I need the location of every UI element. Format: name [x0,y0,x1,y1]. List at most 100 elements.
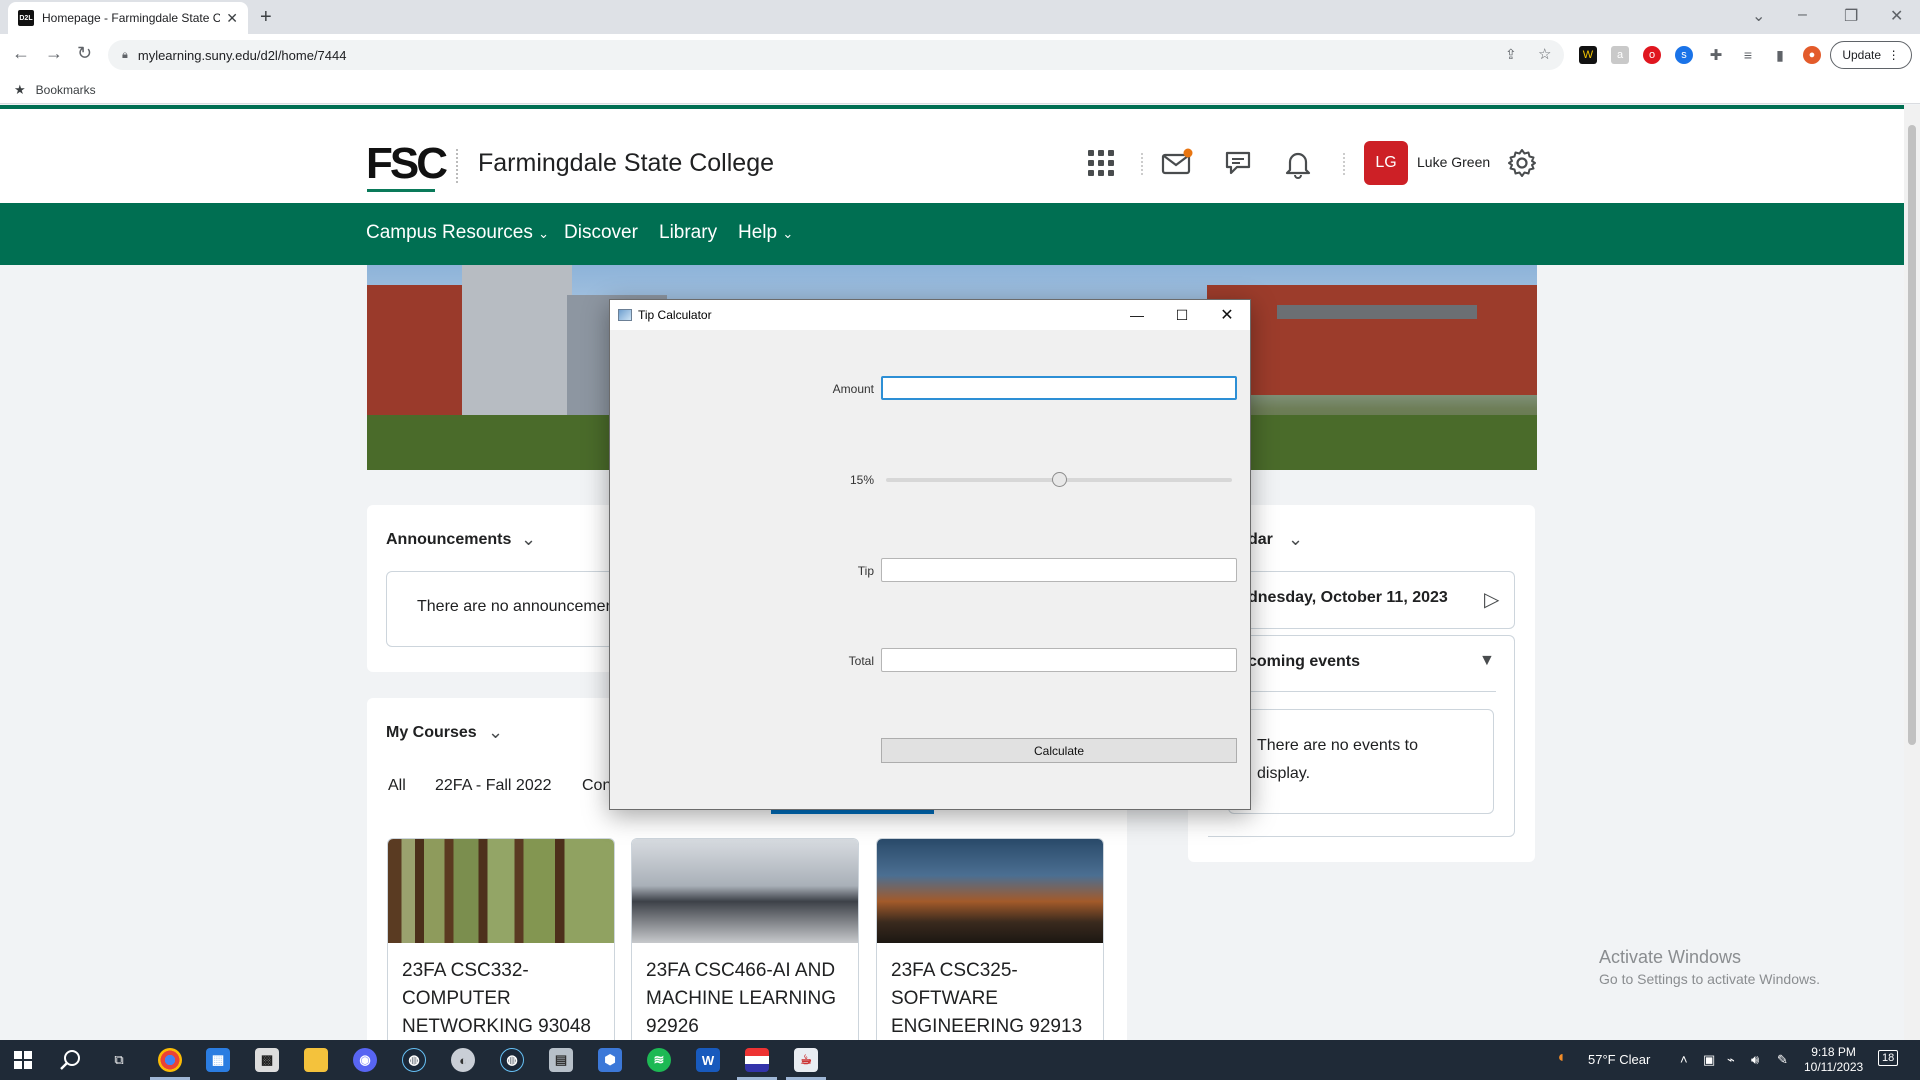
tray-chevron-icon[interactable]: ˄ [1680,1052,1688,1067]
college-name[interactable]: Farmingdale State College [478,149,774,178]
side-panel-icon[interactable]: ▮ [1771,46,1789,64]
extensions-puzzle-icon[interactable]: ✚ [1707,46,1725,64]
site-header: FSC Farmingdale State College LG Luke Gr… [0,109,1904,203]
file-explorer-icon[interactable] [304,1048,328,1072]
search-icon[interactable] [60,1049,82,1071]
discord-taskbar-icon[interactable]: ◉ [353,1048,377,1072]
reload-icon[interactable]: ↻ [77,43,92,64]
chevron-down-icon[interactable]: ⌄ [521,529,536,550]
chat-icon[interactable] [1221,147,1253,179]
nav-label: Library [659,222,718,243]
settings-gear-icon[interactable] [1506,147,1538,179]
close-icon[interactable]: ✕ [1212,304,1242,326]
total-output-field[interactable] [881,648,1237,672]
weather-text[interactable]: 57°F Clear [1588,1052,1650,1067]
java-taskbar-icon[interactable]: ☕︎ [794,1048,818,1072]
app-taskbar-icon[interactable]: ◐ [451,1048,475,1072]
tab-close-icon[interactable]: ✕ [226,10,238,27]
extension-opera-icon[interactable]: o [1643,46,1661,64]
notification-center-icon[interactable]: 18 [1878,1050,1899,1066]
fsc-logo[interactable]: FSC [366,139,448,189]
chevron-down-icon[interactable]: ⌄ [1288,529,1303,550]
volume-icon[interactable]: 🔊︎ [1751,1052,1759,1068]
app-taskbar-icon-4[interactable] [745,1048,769,1072]
tip-percent-slider-thumb[interactable] [1051,472,1067,487]
scrollbar-thumb[interactable] [1908,125,1916,745]
filter-tab-22fa[interactable]: 22FA - Fall 2022 [435,777,552,795]
word-taskbar-icon[interactable]: W [696,1048,720,1072]
events-empty-text: There are no events to [1257,737,1418,754]
page-scrollbar[interactable] [1904,105,1920,1040]
steam-taskbar-icon[interactable]: ◍ [402,1048,426,1072]
user-name[interactable]: Luke Green [1417,154,1490,170]
update-button[interactable]: Update ⋮ [1830,41,1912,69]
task-view-icon[interactable]: ⧉ [107,1048,131,1072]
course-card[interactable]: 23FA CSC466-AI AND MACHINE LEARNING 9292… [631,838,859,1040]
nav-library[interactable]: Library [659,222,717,244]
active-filter-indicator [771,810,934,814]
forward-icon[interactable]: → [45,43,63,64]
minimize-icon[interactable]: – [1798,6,1807,24]
windows-start-icon[interactable] [14,1051,32,1069]
extension-w-icon[interactable]: W [1579,46,1597,64]
close-window-icon[interactable]: ✕ [1890,6,1903,26]
address-bar[interactable]: 🔒︎ mylearning.suny.edu/d2l/home/7444 [108,40,1564,70]
nav-help[interactable]: Help ⌄ [738,222,793,244]
tab-search-chevron-icon[interactable]: ⌄ [1752,6,1765,26]
store-taskbar-icon[interactable]: ▦ [206,1048,230,1072]
maximize-icon[interactable]: ☐ [1167,304,1197,326]
extension-grey-icon[interactable]: a [1611,46,1629,64]
network-icon[interactable]: ▣ [1703,1052,1715,1068]
chrome-taskbar-icon[interactable] [158,1048,182,1072]
bookmark-star-icon[interactable]: ☆ [1538,45,1551,63]
spotify-taskbar-icon[interactable]: ≋ [647,1048,671,1072]
logo-underline [367,189,435,192]
announcements-widget: Announcements ⌄ There are no announcemen [367,505,646,672]
course-name: 23FA CSC332-COMPUTER NETWORKING 93048 [402,960,591,1037]
windows-taskbar: ⧉ ▦ ▩ ◉ ◍ ◐ ◍ ▤ ⬢ ≋ W ☕︎ ◖ 57°F Clear ˄ … [0,1040,1920,1080]
new-tab-icon[interactable]: + [260,6,272,29]
system-clock[interactable]: 9:18 PM 10/11/2023 [1804,1045,1863,1075]
course-card[interactable]: 23FA CSC332-COMPUTER NETWORKING 93048 [387,838,615,1040]
course-card[interactable]: 23FA CSC325-SOFTWARE ENGINEERING 92913 [876,838,1104,1040]
upcoming-events-panel: coming events ▼ There are no events to d… [1208,635,1515,837]
nav-campus-resources[interactable]: Campus Resources ⌄ [366,222,549,244]
next-day-icon[interactable]: ▷ [1484,587,1499,612]
minimize-icon[interactable]: — [1122,304,1152,326]
browser-toolbar: ← → ↻ 🔒︎ mylearning.suny.edu/d2l/home/74… [0,34,1920,76]
pen-icon[interactable]: ✎ [1777,1052,1788,1068]
tip-label: Tip [857,564,874,578]
minecraft-taskbar-icon[interactable]: ▩ [255,1048,279,1072]
reading-list-icon[interactable]: ≡ [1739,46,1757,64]
steam-taskbar-icon-2[interactable]: ◍ [500,1048,524,1072]
share-icon[interactable]: ⇪ [1505,46,1517,63]
mail-icon[interactable] [1161,147,1193,179]
bell-icon[interactable] [1282,147,1314,179]
extension-blue-icon[interactable]: s [1675,46,1693,64]
weather-icon[interactable]: ◖ [1556,1049,1566,1067]
divider [1236,691,1496,692]
restore-icon[interactable]: ❐ [1844,6,1858,26]
filter-tab-con[interactable]: Con [582,777,611,795]
tip-output-field[interactable] [881,558,1237,582]
chevron-down-icon[interactable]: ⌄ [488,722,503,743]
wifi-off-icon[interactable]: ⌁ [1727,1052,1735,1068]
app-taskbar-icon-3[interactable]: ⬢ [598,1048,622,1072]
window-titlebar[interactable]: Tip Calculator — ☐ ✕ [610,300,1250,330]
app-grid-icon[interactable] [1085,147,1117,179]
calculate-button[interactable]: Calculate [881,738,1237,763]
amount-input[interactable] [881,376,1237,400]
nav-label: Discover [564,222,638,243]
clock-date: 10/11/2023 [1804,1060,1864,1074]
user-avatar[interactable]: LG [1364,141,1408,185]
header-icon-separator-2 [1343,153,1345,175]
browser-tab-active[interactable]: D2L Homepage - Farmingdale State C ✕ [8,2,248,34]
collapse-triangle-icon[interactable]: ▼ [1479,652,1495,670]
nav-discover[interactable]: Discover [564,222,638,244]
filter-tab-all[interactable]: All [388,777,406,795]
back-icon[interactable]: ← [12,43,30,64]
bookmarks-label[interactable]: Bookmarks [36,83,96,97]
announcements-empty-box: There are no announcemen [386,571,646,647]
app-taskbar-icon-2[interactable]: ▤ [549,1048,573,1072]
profile-avatar-icon[interactable]: ● [1803,46,1821,64]
